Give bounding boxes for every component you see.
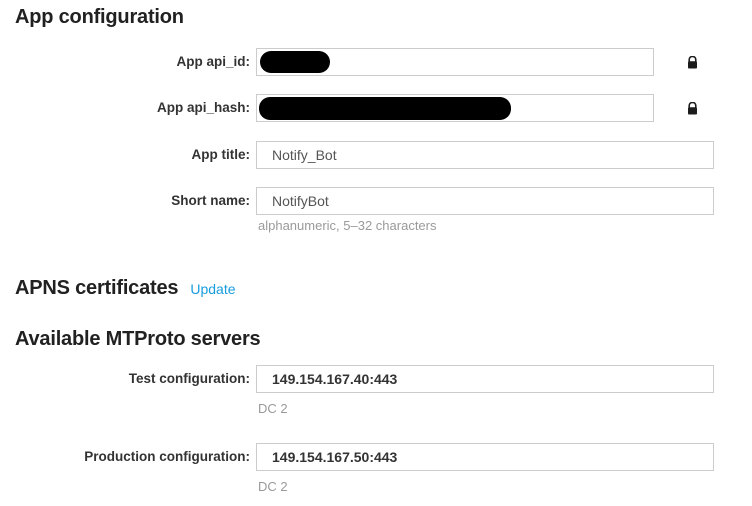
test-configuration-label: Test configuration:	[0, 365, 250, 393]
app-title-input[interactable]	[256, 141, 714, 169]
apns-certificates-heading: APNS certificates Update	[15, 277, 236, 300]
short-name-input[interactable]	[256, 187, 714, 215]
api-id-redaction	[260, 51, 330, 73]
lock-icon	[687, 56, 698, 69]
app-configuration-heading: App configuration	[15, 6, 184, 29]
lock-icon	[687, 102, 698, 115]
apns-update-link[interactable]: Update	[190, 281, 235, 297]
production-configuration-dc: DC 2	[258, 479, 288, 494]
api-hash-label: App api_hash:	[0, 94, 250, 122]
short-name-label: Short name:	[0, 187, 250, 215]
test-configuration-dc: DC 2	[258, 401, 288, 416]
test-configuration-input[interactable]	[256, 365, 714, 393]
mtproto-servers-heading: Available MTProto servers	[15, 328, 260, 351]
apns-certificates-title: APNS certificates	[15, 277, 178, 299]
production-configuration-label: Production configuration:	[0, 443, 250, 471]
app-title-label: App title:	[0, 141, 250, 169]
production-configuration-input[interactable]	[256, 443, 714, 471]
api-id-label: App api_id:	[0, 48, 250, 76]
app-configuration-page: App configuration App api_id: App api_ha…	[0, 0, 752, 506]
api-hash-redaction	[259, 97, 511, 120]
short-name-helper: alphanumeric, 5–32 characters	[258, 218, 437, 233]
